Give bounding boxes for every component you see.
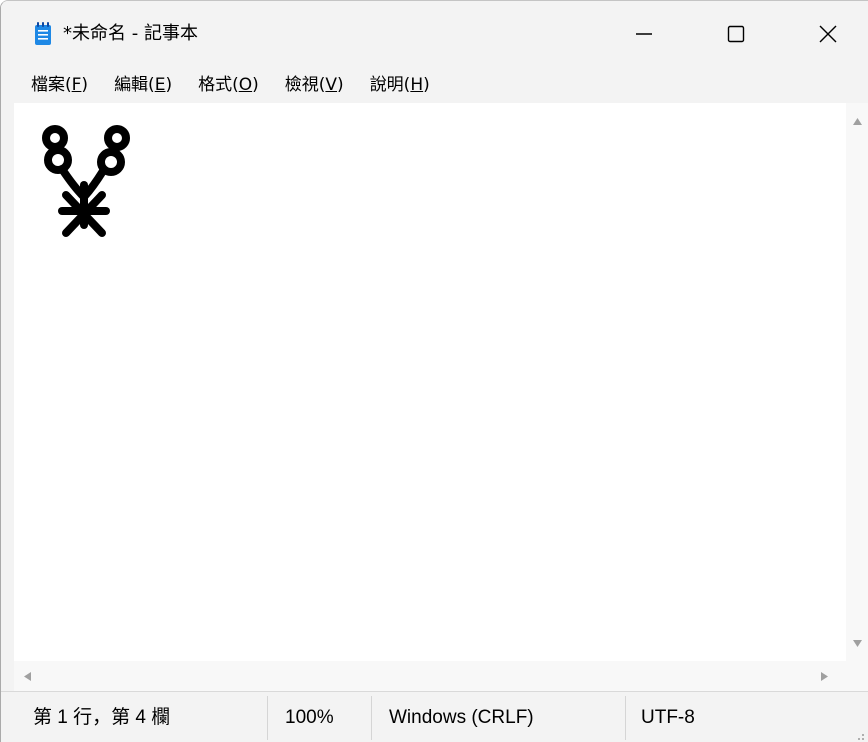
scroll-down-arrow-icon[interactable] [852,639,863,648]
notepad-window: *未命名 - 記事本 檔案(F) 編輯(E) 格式(O) 檢視(V) 說明(H) [0,0,868,742]
maximize-button[interactable] [691,1,781,67]
close-button[interactable] [783,1,868,67]
horizontal-scrollbar[interactable] [14,661,868,691]
scroll-right-arrow-icon[interactable] [820,671,829,682]
text-editor[interactable] [14,103,846,661]
zoom-level: 100% [285,707,334,728]
scroll-up-arrow-icon[interactable] [852,117,863,126]
title-bar[interactable]: *未命名 - 記事本 [1,1,868,67]
scroll-left-arrow-icon[interactable] [23,671,32,682]
status-divider [267,696,268,740]
maximize-icon [727,25,745,43]
menu-file[interactable]: 檔案(F) [27,73,92,97]
menu-view[interactable]: 檢視(V) [281,73,348,97]
vertical-scrollbar[interactable] [846,103,868,661]
pictograph-glyph-icon [42,125,130,237]
window-title: *未命名 - 記事本 [63,23,198,44]
menu-bar: 檔案(F) 編輯(E) 格式(O) 檢視(V) 說明(H) [1,67,868,103]
encoding: UTF-8 [641,707,695,728]
notepad-app-icon [35,22,51,45]
close-icon [819,25,837,43]
status-divider [371,696,372,740]
status-bar: 第 1 行，第 4 欄 100% Windows (CRLF) UTF-8 [1,691,868,742]
line-ending: Windows (CRLF) [389,707,534,728]
minimize-button[interactable] [599,1,689,67]
resize-grip-icon[interactable] [853,729,865,741]
menu-help[interactable]: 說明(H) [366,73,434,97]
minimize-icon [636,33,652,35]
menu-edit[interactable]: 編輯(E) [110,73,176,97]
menu-format[interactable]: 格式(O) [194,73,263,97]
cursor-position: 第 1 行，第 4 欄 [33,707,171,728]
status-divider [625,696,626,740]
